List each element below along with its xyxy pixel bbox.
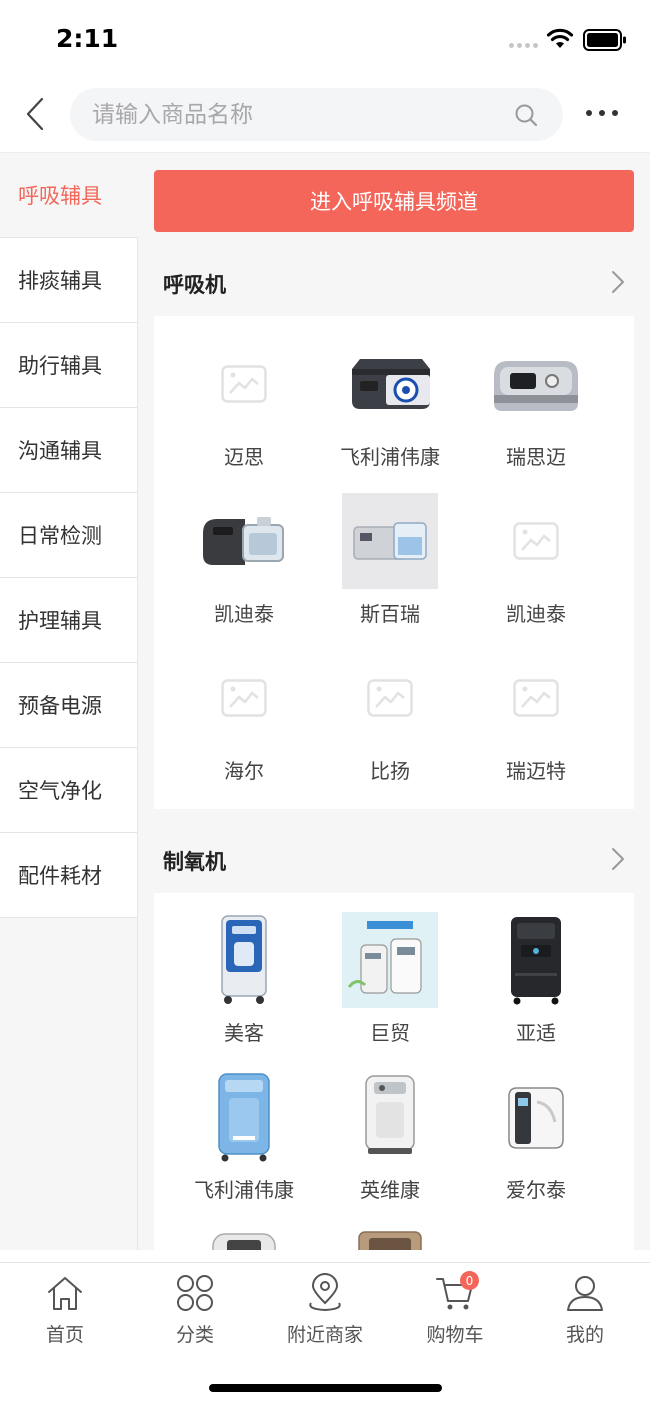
oxygen-concentrator-image [342,1226,438,1250]
main-content: 进入呼吸辅具频道 呼吸机 迈思 飞利浦伟康 瑞思迈 凯迪泰 斯百瑞 凯迪泰 海尔… [138,153,650,1250]
oxygen-concentrator-image [342,1069,438,1165]
product-item[interactable]: 瑞思迈 [463,323,609,480]
product-item[interactable] [317,1213,463,1250]
cpap-device-image [196,493,292,589]
section-header-oxygen[interactable]: 制氧机 [138,830,650,890]
product-label: 凯迪泰 [214,602,274,626]
sidebar-item-nursing[interactable]: 护理辅具 [0,578,138,663]
product-label: 凯迪泰 [506,602,566,626]
search-box[interactable] [70,88,563,141]
product-item[interactable]: 海尔 [171,637,317,794]
status-bar: 2:11 [0,0,650,76]
sidebar-filler [0,918,138,1250]
category-sidebar: 呼吸辅具 排痰辅具 助行辅具 沟通辅具 日常检测 护理辅具 预备电源 空气净化 … [0,153,138,1250]
product-item[interactable]: 爱尔泰 [463,1056,609,1213]
section-title: 呼吸机 [163,273,226,297]
cpap-device-image [342,493,438,589]
product-item[interactable]: 亚适 [463,899,609,1056]
product-label: 比扬 [370,759,410,783]
product-grid-oxygen: 美客 巨贸 亚适 飞利浦伟康 英维康 爱尔泰 [154,893,634,1250]
product-item[interactable]: 英维康 [317,1056,463,1213]
nav-bar [0,76,650,153]
back-icon[interactable] [22,96,50,132]
user-icon [567,1276,603,1311]
placeholder-image-icon [196,336,292,432]
tab-label: 首页 [45,1324,84,1346]
product-label: 瑞迈特 [506,759,566,783]
product-item[interactable]: 迈思 [171,323,317,480]
product-label: 海尔 [224,759,264,783]
product-label: 迈思 [224,445,264,469]
tab-label: 附近商家 [286,1324,363,1346]
oxygen-concentrator-image [342,912,438,1008]
category-icon [177,1275,213,1311]
product-grid-ventilator: 迈思 飞利浦伟康 瑞思迈 凯迪泰 斯百瑞 凯迪泰 海尔 比扬 瑞迈特 [154,316,634,809]
chevron-right-icon[interactable] [610,846,626,872]
product-label: 飞利浦伟康 [194,1178,294,1202]
placeholder-image-icon [196,650,292,746]
cart-count-badge: 0 [460,1271,479,1290]
tab-label: 购物车 [426,1324,484,1346]
product-item[interactable]: 瑞迈特 [463,637,609,794]
signal-icon [509,43,538,48]
more-icon[interactable] [586,110,618,116]
sidebar-item-communication[interactable]: 沟通辅具 [0,408,138,493]
oxygen-concentrator-image [488,1069,584,1165]
section-header-ventilator[interactable]: 呼吸机 [138,253,650,313]
product-item[interactable]: 比扬 [317,637,463,794]
oxygen-concentrator-image [196,1226,292,1250]
product-item[interactable]: 飞利浦伟康 [317,323,463,480]
oxygen-concentrator-image [196,912,292,1008]
product-item[interactable]: 飞利浦伟康 [171,1056,317,1213]
product-label: 美客 [224,1021,264,1045]
product-label: 亚适 [516,1021,556,1045]
wifi-icon [546,28,574,48]
placeholder-image-icon [488,493,584,589]
product-item[interactable]: 凯迪泰 [463,480,609,637]
sidebar-item-accessories[interactable]: 配件耗材 [0,833,138,918]
product-label: 英维康 [360,1178,420,1202]
location-icon [309,1273,341,1312]
battery-icon [583,29,626,51]
placeholder-image-icon [342,650,438,746]
tab-mine[interactable]: 我的 [520,1273,650,1353]
section-title: 制氧机 [163,850,226,874]
product-label: 巨贸 [370,1021,410,1045]
product-item[interactable]: 凯迪泰 [171,480,317,637]
sidebar-item-air-purify[interactable]: 空气净化 [0,748,138,833]
tab-nearby[interactable]: 附近商家 [260,1273,390,1353]
tab-home[interactable]: 首页 [0,1273,130,1353]
tab-label: 分类 [175,1324,214,1346]
cpap-device-image [488,336,584,432]
product-item[interactable]: 巨贸 [317,899,463,1056]
product-item[interactable]: 美客 [171,899,317,1056]
tab-label: 我的 [565,1324,604,1346]
sidebar-item-backup-power[interactable]: 预备电源 [0,663,138,748]
chevron-right-icon[interactable] [610,269,626,295]
product-label: 瑞思迈 [506,445,566,469]
sidebar-item-sputum[interactable]: 排痰辅具 [0,238,138,323]
sidebar-item-breathing[interactable]: 呼吸辅具 [0,153,138,238]
oxygen-concentrator-image [488,912,584,1008]
oxygen-concentrator-image [196,1069,292,1165]
enter-channel-button[interactable]: 进入呼吸辅具频道 [154,170,634,232]
product-item[interactable]: 斯百瑞 [317,480,463,637]
status-time: 2:11 [56,24,119,53]
search-icon[interactable] [514,103,538,127]
tab-category[interactable]: 分类 [130,1273,260,1353]
product-label: 斯百瑞 [360,602,420,626]
sidebar-item-walking[interactable]: 助行辅具 [0,323,138,408]
product-label: 爱尔泰 [506,1178,566,1202]
tab-cart[interactable]: 购物车 [390,1273,520,1353]
home-indicator[interactable] [209,1384,442,1392]
sidebar-item-daily-check[interactable]: 日常检测 [0,493,138,578]
search-input[interactable] [92,88,492,141]
placeholder-image-icon [488,650,584,746]
cpap-device-image [342,336,438,432]
product-label: 飞利浦伟康 [340,445,440,469]
home-icon [48,1277,82,1310]
product-item[interactable] [171,1213,317,1250]
